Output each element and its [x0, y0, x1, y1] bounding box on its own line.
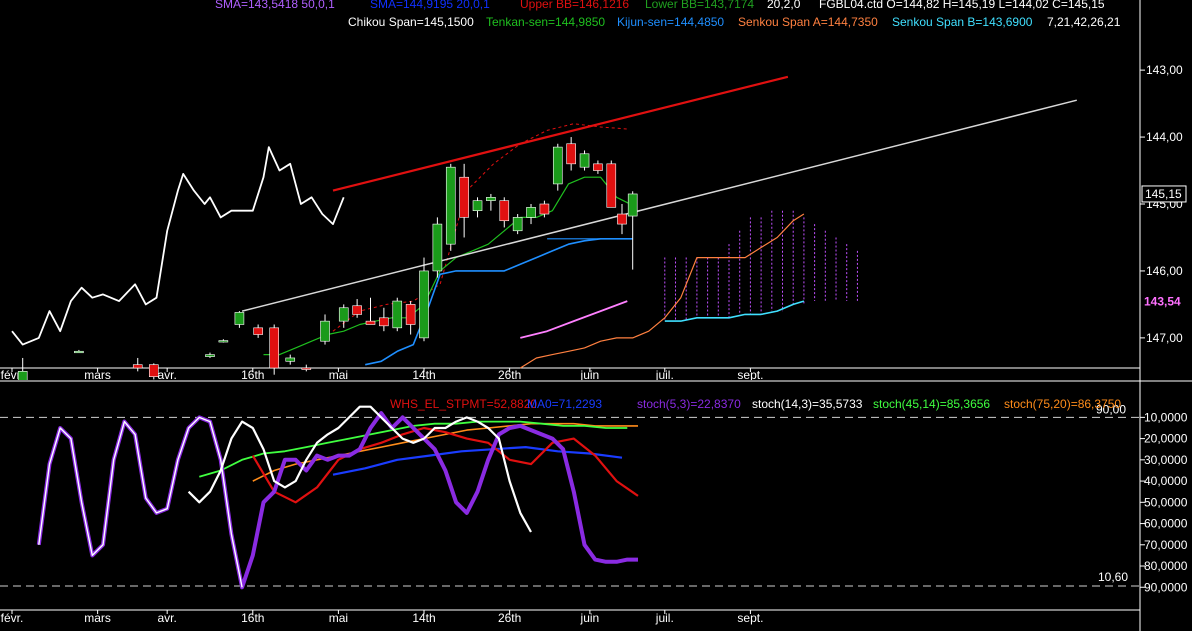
candle-body [379, 317, 389, 327]
candle-body [419, 270, 429, 339]
osc-y-tick-label: 10,0000 [1144, 410, 1188, 424]
price-x-tick-label: 16th [241, 368, 264, 380]
candle-body [392, 300, 403, 329]
osc-lower-level-label: 10,60 [1098, 570, 1128, 584]
osc-y-tick-label: 20,0000 [1144, 432, 1188, 446]
osc-x-tick-label: févr. [1, 611, 24, 625]
osc-header-item: MA0=71,2293 [527, 397, 602, 411]
osc-y-tick-label: 80,0000 [1144, 559, 1188, 573]
price-x-tick-label: juil. [655, 368, 674, 380]
candle-body [579, 153, 590, 168]
oscillator-panel[interactable]: 90,0010,6090,000080,000070,000060,000050… [0, 380, 1192, 631]
price-x-tick-label: mai [329, 368, 348, 380]
price-header-item: Upper BB=146,1216 [520, 0, 629, 11]
candle-body [566, 143, 576, 165]
osc-x-tick-label: avr. [158, 611, 177, 625]
candle-body [445, 166, 456, 245]
price-header-item: Kijun-sen=144,4850 [617, 15, 724, 29]
price-x-tick-label: 14th [412, 368, 435, 380]
osc-x-tick-label: 26th [498, 611, 521, 625]
osc-x-tick-label: mars [84, 611, 111, 625]
osc-x-tick-label: 14th [412, 611, 435, 625]
osc-x-tick-label: juil. [655, 611, 674, 625]
osc-header-item: stoch(75,20)=86,3750 [1004, 397, 1121, 411]
price-y-tick-label: 147,00 [1146, 331, 1183, 345]
price-header-item: Tenkan-sen=144,9850 [486, 15, 605, 29]
candle-body [432, 223, 443, 272]
candle-body [593, 163, 603, 171]
price-header-item: SMA=144,9195 20,0,1 [370, 0, 490, 11]
white-trend-line [241, 99, 1077, 312]
candle-body [552, 146, 563, 185]
candle-body [459, 176, 469, 218]
price-header-item: Senkou Span B=143,6900 [892, 15, 1033, 29]
price-header-item: Senkou Span A=144,7350 [738, 15, 878, 29]
candle-body [526, 207, 536, 218]
candle-body [132, 364, 143, 369]
osc-series-stoch53 [36, 411, 638, 590]
trading-chart-window: 147,00 146,00 145,00 144,00 143,00 févr. mars a… [0, 0, 1192, 631]
candle-body [253, 327, 263, 335]
candle-body [338, 307, 349, 322]
price-header-item: SMA=143,5418 50,0,1 [215, 0, 335, 11]
candle-body [205, 354, 215, 357]
osc-y-tick-label: 40,0000 [1144, 474, 1188, 488]
candle-body [74, 350, 84, 354]
price-x-tick-label: 26th [498, 368, 521, 380]
candle-body [472, 200, 483, 211]
candle-body [320, 320, 330, 342]
osc-y-tick-label: 90,0000 [1144, 580, 1188, 594]
price-header-item: 7,21,42,26,21 [1047, 15, 1121, 29]
candle-body [234, 312, 245, 325]
candle-body [17, 371, 28, 380]
price-x-tick-label: sept. [737, 368, 763, 380]
candle-body [405, 304, 416, 325]
osc-y-tick-label: 70,0000 [1144, 538, 1188, 552]
last-price-label: 145,15 [1145, 187, 1182, 201]
price-x-tick-label: juin [580, 368, 600, 380]
candle-body [352, 305, 362, 315]
osc-series-ma0 [332, 445, 623, 476]
osc-y-tick-label: 50,0000 [1144, 495, 1188, 509]
price-header-item: FGBL04.ctd O=144,82 H=145,19 L=144,02 C=… [819, 0, 1105, 11]
candle-body [499, 200, 510, 222]
candle-body [301, 367, 312, 370]
price-header-item: Chikou Span=145,1500 [348, 15, 474, 29]
candle-body [148, 364, 159, 378]
candle-body [627, 193, 638, 217]
candle-body [269, 327, 279, 369]
price-header-item: 20,2,0 [767, 0, 801, 11]
osc-series-stoch53-core [38, 416, 243, 588]
price-panel[interactable]: 147,00146,00145,00144,00143,00févr. mars a… [0, 0, 1192, 380]
price-x-tick-label: mars [84, 368, 111, 380]
osc-header-item: stoch(45,14)=85,3656 [873, 397, 990, 411]
osc-y-tick-label: 30,0000 [1144, 453, 1188, 467]
candle-body [285, 357, 296, 362]
osc-header-item: stoch(5,3)=22,8370 [637, 397, 741, 411]
osc-header-item: stoch(14,3)=35,5733 [752, 397, 863, 411]
osc-x-tick-label: 16th [241, 611, 264, 625]
osc-x-tick-label: mai [329, 611, 348, 625]
senkou-price-mark-label: 143,54 [1144, 295, 1181, 309]
candle-body [617, 213, 627, 225]
osc-y-tick-label: 60,0000 [1144, 517, 1188, 531]
price-header-item: Lower BB=143,7174 [645, 0, 754, 11]
sma-line [520, 300, 628, 339]
candle-body [539, 203, 550, 215]
osc-x-tick-label: sept. [737, 611, 763, 625]
price-y-tick-label: 144,00 [1146, 130, 1183, 144]
candle-body [486, 197, 496, 201]
candle-body [365, 320, 376, 325]
senkou-span-b-line [664, 300, 805, 322]
osc-x-tick-label: juin [580, 611, 600, 625]
chikou-span-line [11, 146, 345, 346]
osc-header-item: WHS_EL_STPMT=52,8820 [390, 397, 537, 411]
candle-body [512, 217, 523, 232]
candle-body [606, 163, 617, 208]
candle-body [218, 340, 229, 343]
price-x-tick-label: avr. [158, 368, 177, 380]
price-y-tick-label: 146,00 [1146, 264, 1183, 278]
price-y-tick-label: 143,00 [1146, 63, 1183, 77]
